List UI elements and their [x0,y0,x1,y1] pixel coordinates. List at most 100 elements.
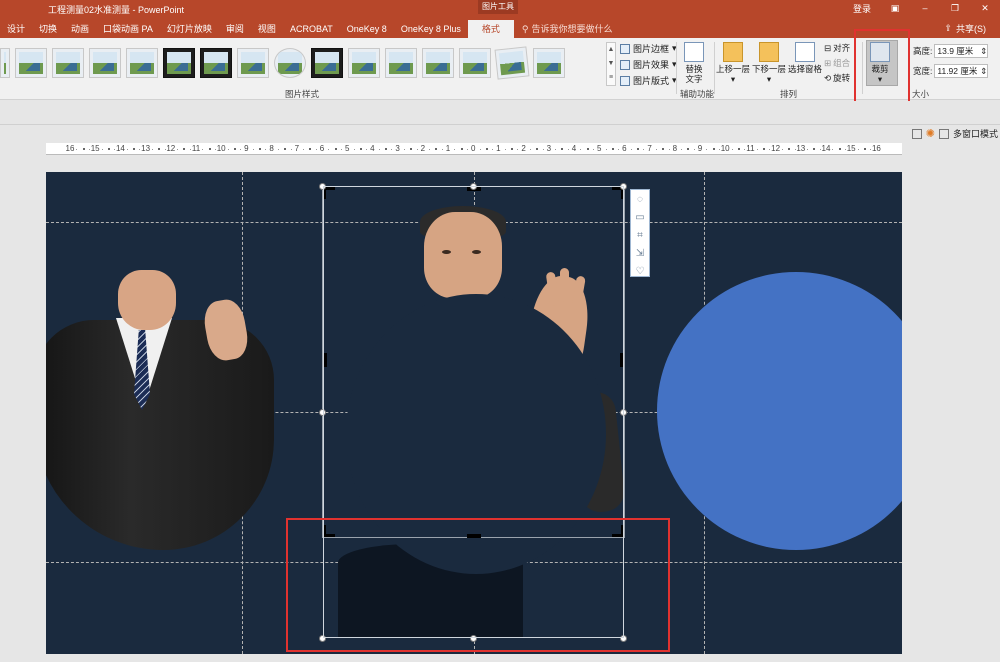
tab-pocket-animation[interactable]: 口袋动画 PA [96,20,160,38]
align-button[interactable]: ⊟ 对齐 [824,42,850,54]
ribbon-display-icon[interactable]: ▣ [880,3,910,14]
ruler-tick [334,148,337,150]
dropdown-arrow: ▾ [766,74,772,84]
tell-me-box[interactable]: ⚲ 告诉我你想要做什么 [514,20,613,38]
heart-icon[interactable]: ♡ [636,264,645,280]
ruler-tick [580,149,582,150]
ruler-label: 8 [269,144,274,153]
ruler-tick [353,149,355,150]
style-thumb[interactable] [311,48,343,78]
restore-icon[interactable]: ❐ [940,3,970,14]
style-thumb[interactable] [348,48,380,78]
ruler-tick [693,149,695,150]
ruler-tick [114,149,116,150]
ruler-tick [586,148,589,150]
width-field[interactable]: 11.92 厘米 ⇕ [934,64,989,78]
separator [676,42,677,94]
login-link[interactable]: 登录 [844,2,880,15]
ruler-label: 4 [571,144,577,153]
style-thumb[interactable] [0,48,10,78]
ruler-tick [788,148,791,150]
ruler-tick [857,149,859,150]
picture-border-button[interactable]: 图片边框 ▾ [620,42,677,55]
tab-format[interactable]: 格式 [467,20,514,38]
tab-slideshow[interactable]: 幻灯片放映 [160,20,219,38]
spinner-icon[interactable]: ⇕ [980,65,987,77]
ruler-tick [265,149,267,150]
ruler-tick [807,149,809,150]
ruler-label: 13 [796,144,806,153]
rotate-icon: ⟲ [824,72,832,83]
style-icon[interactable]: ▭ [635,210,644,226]
cropped-area-annotation-box [286,518,670,652]
ruler-label: 1 [496,144,501,153]
height-field[interactable]: 13.9 厘米 ⇕ [934,44,989,58]
ruler-tick [164,149,166,150]
tab-transitions[interactable]: 切换 [32,20,64,38]
ruler-label: 16 [871,144,881,153]
alt-text-icon [684,42,704,62]
ruler-tick [303,149,305,150]
minimize-icon[interactable]: – [910,3,940,13]
ruler-tick [643,149,645,150]
ruler-label: 12 [166,144,176,153]
ruler-tick [454,149,456,150]
send-backward-button[interactable]: 下移一层 ▾ [752,42,786,84]
ruler-tick [328,149,330,150]
style-thumb[interactable] [126,48,158,78]
ruler-tick [410,148,413,150]
style-thumb[interactable] [163,48,195,78]
gallery-scroll[interactable]: ▲ ▼ ≡ [606,42,616,86]
close-icon[interactable]: ✕ [970,3,1000,14]
style-thumb[interactable] [15,48,47,78]
alt-text-button[interactable]: 替换 文字 [684,42,704,84]
ruler-tick [290,149,292,150]
style-thumb[interactable] [422,48,454,78]
picture-effects-button[interactable]: 图片效果 ▾ [620,58,677,71]
resize-icon[interactable]: ⇲ [636,246,644,262]
tab-acrobat[interactable]: ACROBAT [283,20,340,38]
bring-forward-button[interactable]: 上移一层 ▾ [716,42,750,84]
tab-animations[interactable]: 动画 [64,20,96,38]
ruler-label: 10 [720,144,730,153]
selection-pane-button[interactable]: 选择窗格 [788,42,822,74]
ruler-tick [158,148,161,150]
style-thumb[interactable] [200,48,232,78]
fit-icon[interactable] [911,128,922,139]
tab-onekey8[interactable]: OneKey 8 [340,20,394,38]
rotate-button[interactable]: ⟲ 旋转 [824,72,850,84]
picture-layout-button[interactable]: 图片版式 ▾ [620,74,677,87]
tab-design[interactable]: 设计 [0,20,32,38]
search-icon: ⚲ [521,24,529,34]
ruler-tick [681,149,683,150]
ruler-tick [366,149,368,150]
share-button[interactable]: ⇪ 共享(S) [944,22,986,35]
selection-pane-icon [795,42,815,62]
style-thumb[interactable] [494,46,530,80]
style-thumb[interactable] [459,48,491,78]
style-thumb[interactable] [385,48,417,78]
ruler-tick [359,148,362,150]
tab-review[interactable]: 审阅 [219,20,251,38]
ruler-tick [737,148,740,150]
tab-onekey8-plus[interactable]: OneKey 8 Plus [394,20,468,38]
style-thumb[interactable] [89,48,121,78]
style-thumb[interactable] [274,48,306,78]
layout-options-icon[interactable]: ◌ [637,192,643,208]
ruler-tick [284,148,287,150]
multi-window-control[interactable]: ✺ 多窗口模式 [911,127,998,140]
crop-icon[interactable]: ⌗ [637,228,643,244]
ruler-tick [567,149,569,150]
style-thumb[interactable] [52,48,84,78]
businessman-circle-photo[interactable] [46,270,274,550]
ruler-tick [611,148,614,150]
tab-view[interactable]: 视图 [251,20,283,38]
style-thumb[interactable] [533,48,565,78]
ruler-tick [492,149,494,150]
style-thumb[interactable] [237,48,269,78]
spinner-icon[interactable]: ⇕ [980,45,987,57]
gear-icon[interactable]: ✺ [926,127,935,140]
group-button[interactable]: ⊞ 组合 [824,57,850,69]
ruler-tick [385,148,387,150]
blue-circle-shape[interactable] [657,272,902,550]
